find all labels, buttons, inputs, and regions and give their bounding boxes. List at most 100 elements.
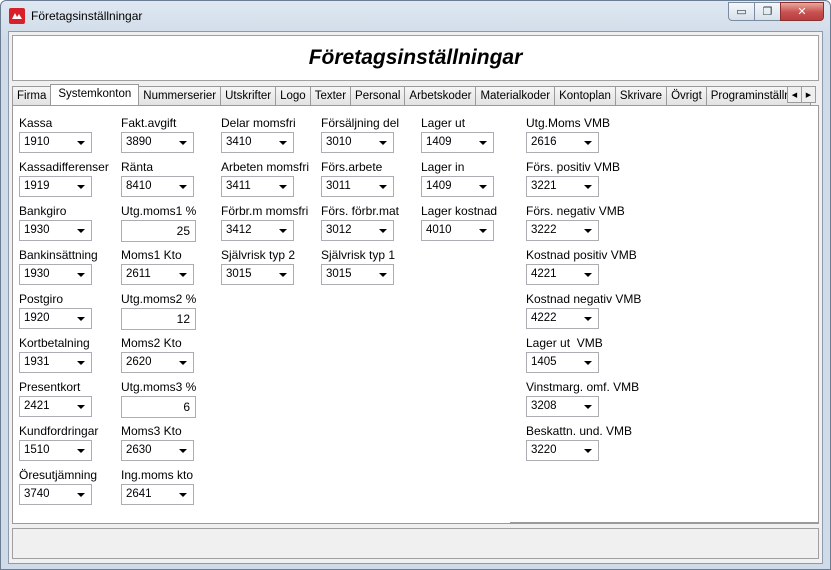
beskattn-und-vmb-dropdown[interactable]: 3220 [526,440,599,461]
tab-arbetskoder[interactable]: Arbetskoder [404,86,477,105]
sjalvrisk-typ1-dropdown[interactable]: 3015 [321,264,394,285]
lager-kostnad-dropdown[interactable]: 4010 [421,220,494,241]
kostnad-negativ-vmb-dropdown[interactable]: 4222 [526,308,599,329]
utg-moms3-pct-input[interactable]: 6 [121,396,196,418]
tab-firma[interactable]: Firma [12,86,52,105]
fors-negativ-vmb-dropdown[interactable]: 3222 [526,220,599,241]
tab-personal[interactable]: Personal [350,86,406,105]
window-controls: ▭ ❐ ✕ [728,2,824,21]
field-forbr-m-momsfri: Förbr.m momsfri 3412 [221,204,308,241]
chevron-down-icon [584,361,592,365]
kassadifferenser-dropdown[interactable]: 1919 [19,176,92,197]
field-label: Förs. positiv VMB [526,160,621,174]
field-label: Öresutjämning [19,468,98,482]
fors-arbete-dropdown[interactable]: 3011 [321,176,394,197]
dropdown-value: 1919 [24,180,50,192]
field-kassa: Kassa 1910 [19,116,92,153]
field-label: Förbr.m momsfri [221,204,309,218]
utg-moms2-pct-input[interactable]: 12 [121,308,196,330]
vinstmarg-omf-vmb-dropdown[interactable]: 3208 [526,396,599,417]
chevron-down-icon [279,229,287,233]
sjalvrisk-typ2-dropdown[interactable]: 3015 [221,264,294,285]
field-label: Förs. negativ VMB [526,204,625,218]
bankgiro-dropdown[interactable]: 1930 [19,220,92,241]
dropdown-value: 3015 [226,268,252,280]
field-lager-ut: Lager ut 1409 [421,116,494,153]
field-label: Kortbetalning [19,336,90,350]
moms2-kto-dropdown[interactable]: 2620 [121,352,194,373]
field-label: Lager ut [421,116,466,130]
field-label: Moms2 Kto [121,336,182,350]
minimize-button[interactable]: ▭ [728,2,755,21]
field-sjalvrisk-typ1: Självrisk typ 1 3015 [321,248,395,285]
field-fors-arbete: Förs.arbete 3011 [321,160,394,197]
chevron-down-icon [179,185,187,189]
tab-scroll-left-icon[interactable]: ◀ [787,86,802,103]
kassa-dropdown[interactable]: 1910 [19,132,92,153]
field-oresutjamning: Öresutjämning 3740 [19,468,97,505]
tab-logo[interactable]: Logo [275,86,311,105]
field-vinstmarg-omf-vmb: Vinstmarg. omf. VMB 3208 [526,380,639,417]
dropdown-value: 3222 [531,224,557,236]
lager-in-dropdown[interactable]: 1409 [421,176,494,197]
forbr-m-momsfri-dropdown[interactable]: 3412 [221,220,294,241]
dropdown-value: 4222 [531,312,557,324]
chevron-down-icon [584,185,592,189]
tab-scroll-right-icon[interactable]: ▶ [801,86,816,103]
utg-moms1-pct-input[interactable]: 25 [121,220,196,242]
dropdown-value: 3410 [226,136,252,148]
kundfordringar-dropdown[interactable]: 1510 [19,440,92,461]
maximize-button[interactable]: ❐ [754,2,781,21]
client-area: Företagsinställningar Firma Systemkonton… [8,31,823,564]
dropdown-value: 2421 [24,400,50,412]
company-settings-icon [9,8,25,24]
title-bar[interactable]: Företagsinställningar ▭ ❐ ✕ [1,1,830,31]
arbeten-momsfri-dropdown[interactable]: 3411 [221,176,294,197]
ing-moms-kto-dropdown[interactable]: 2641 [121,484,194,505]
oresutjamning-dropdown[interactable]: 3740 [19,484,92,505]
tab-kontoplan[interactable]: Kontoplan [554,86,616,105]
field-label: Utg.Moms VMB [526,116,611,130]
close-button[interactable]: ✕ [780,2,824,21]
ranta-dropdown[interactable]: 8410 [121,176,194,197]
chevron-down-icon [77,141,85,145]
field-label: Fakt.avgift [121,116,177,130]
tab-materialkoder[interactable]: Materialkoder [475,86,556,105]
tab-utskrifter[interactable]: Utskrifter [220,86,277,105]
field-lager-kostnad: Lager kostnad 4010 [421,204,497,241]
field-arbeten-momsfri: Arbeten momsfri 3411 [221,160,309,197]
dropdown-value: 2611 [126,268,151,280]
tab-texter[interactable]: Texter [309,86,352,105]
field-label: Beskattn. und. VMB [526,424,633,438]
postgiro-dropdown[interactable]: 1920 [19,308,92,329]
tab-systemkonton[interactable]: Systemkonton [50,84,140,105]
fakt-avgift-dropdown[interactable]: 3890 [121,132,194,153]
chevron-down-icon [77,273,85,277]
field-ing-moms-kto: Ing.moms kto 2641 [121,468,194,505]
dropdown-value: 3412 [226,224,252,236]
field-moms3-kto: Moms3 Kto 2630 [121,424,194,461]
presentkort-dropdown[interactable]: 2421 [19,396,92,417]
fors-positiv-vmb-dropdown[interactable]: 3221 [526,176,599,197]
tab-skrivare[interactable]: Skrivare [614,86,668,105]
kostnad-positiv-vmb-dropdown[interactable]: 4221 [526,264,599,285]
field-label: Kostnad positiv VMB [526,248,637,262]
tab-nummerserier[interactable]: Nummerserier [138,86,222,105]
moms3-kto-dropdown[interactable]: 2630 [121,440,194,461]
lager-ut-vmb-dropdown[interactable]: 1405 [526,352,599,373]
lager-ut-dropdown[interactable]: 1409 [421,132,494,153]
forsaljning-del-dropdown[interactable]: 3010 [321,132,394,153]
fors-forbr-mat-dropdown[interactable]: 3012 [321,220,394,241]
delar-momsfri-dropdown[interactable]: 3410 [221,132,294,153]
chevron-down-icon [584,229,592,233]
tab-strip: Firma Systemkonton Nummerserier Utskrift… [12,84,819,105]
chevron-down-icon [379,273,387,277]
kortbetalning-dropdown[interactable]: 1931 [19,352,92,373]
bankinsattning-dropdown[interactable]: 1930 [19,264,92,285]
dropdown-value: 1930 [24,224,50,236]
chevron-down-icon [379,229,387,233]
moms1-kto-dropdown[interactable]: 2611 [121,264,194,285]
tab-ovrigt[interactable]: Övrigt [666,86,707,105]
utg-moms-vmb-dropdown[interactable]: 2616 [526,132,599,153]
field-lager-ut-vmb: Lager ut VMB 1405 [526,336,603,373]
